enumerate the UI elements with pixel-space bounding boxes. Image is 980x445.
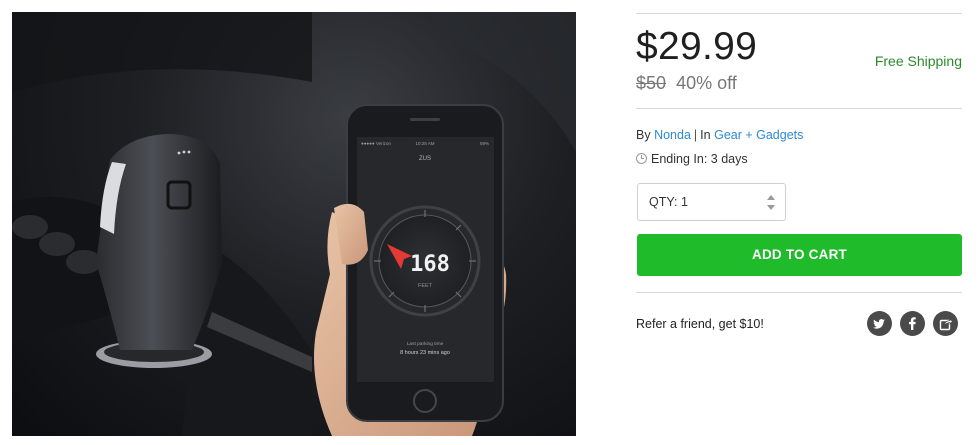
discount-label: 40% off — [676, 73, 737, 93]
original-price: $50 — [636, 73, 667, 93]
sale-price: $29.99 — [636, 25, 758, 68]
original-price-row: $50 40% off — [636, 73, 737, 94]
product-image: ●●●●● Verizon 10:28 AM 59% ZUS 168 FEET … — [12, 12, 576, 436]
price-divider — [636, 108, 962, 109]
quantity-label: QTY: 1 — [649, 195, 688, 209]
phone-time: 10:28 AM — [415, 141, 434, 146]
select-arrows-icon — [767, 195, 775, 210]
separator: | — [693, 128, 698, 142]
phone-battery: 59% — [480, 141, 489, 146]
brand-link[interactable]: Nonda — [654, 128, 691, 142]
by-label: By — [636, 128, 651, 142]
phone-parking-time: 8 hours 23 mins ago — [400, 350, 450, 356]
phone-app-title: ZUS — [419, 156, 431, 162]
phone-unit: FEET — [418, 283, 433, 289]
facebook-icon — [909, 317, 916, 330]
category-link[interactable]: Gear + Gadgets — [714, 128, 803, 142]
twitter-icon — [873, 319, 885, 329]
phone-distance: 168 — [410, 252, 450, 277]
ending-label: Ending In: 3 days — [651, 152, 748, 166]
shipping-label: Free Shipping — [874, 53, 962, 69]
purchase-panel: $29.99 Free Shipping $50 40% off By Nond… — [636, 0, 962, 445]
product-photo: ●●●●● Verizon 10:28 AM 59% ZUS 168 FEET … — [12, 12, 576, 436]
phone-carrier: ●●●●● Verizon — [361, 141, 391, 146]
ending-line: Ending In: 3 days — [636, 152, 748, 166]
quantity-select[interactable]: QTY: 1 — [637, 183, 786, 221]
in-label: In — [700, 128, 711, 142]
brand-category-line: By Nonda | In Gear + Gadgets — [636, 128, 803, 142]
add-to-cart-button[interactable]: ADD TO CART — [637, 234, 962, 276]
clock-icon — [636, 153, 647, 164]
twitter-button[interactable] — [867, 311, 892, 336]
share-button[interactable] — [933, 311, 958, 336]
facebook-button[interactable] — [900, 311, 925, 336]
cart-divider — [636, 292, 962, 293]
top-divider — [636, 13, 962, 14]
phone-parking-label: Last parking time — [407, 341, 444, 347]
referral-link[interactable]: Refer a friend, get $10! — [636, 317, 764, 331]
share-icon — [939, 318, 954, 331]
